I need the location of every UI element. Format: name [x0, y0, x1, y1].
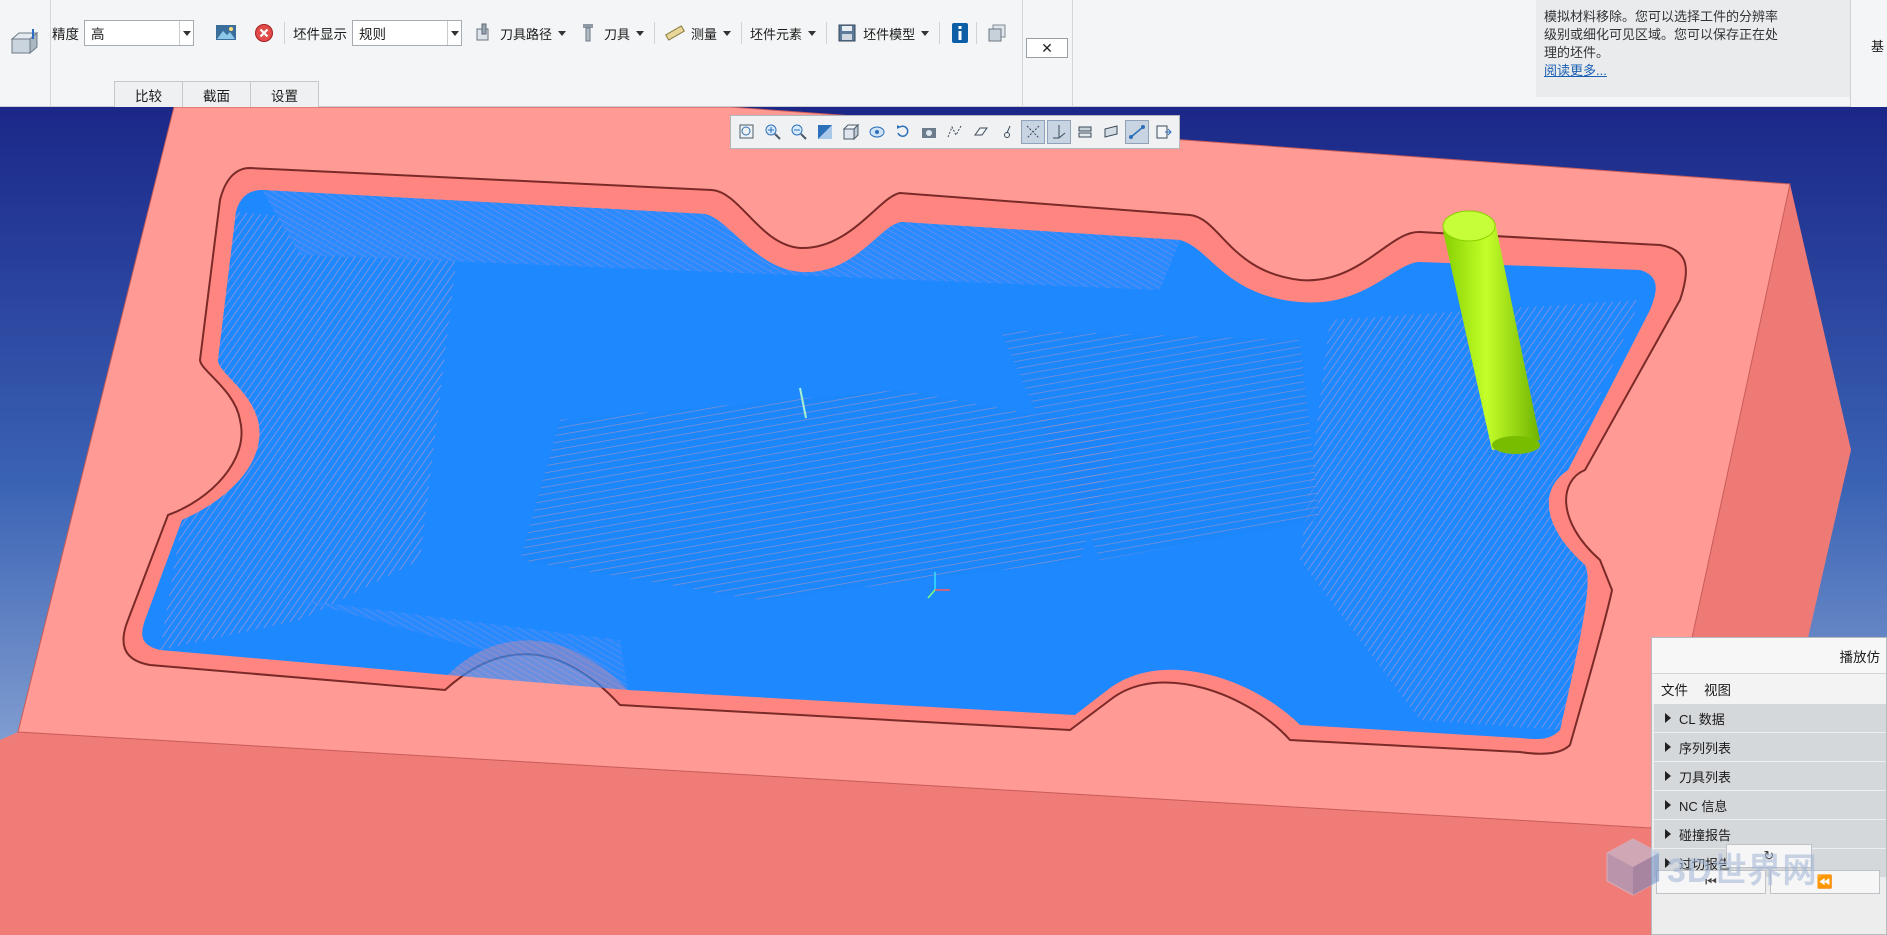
- expand-arrow-icon: [1665, 771, 1671, 781]
- layer-icon[interactable]: [1073, 120, 1097, 144]
- tool-label: 刀具: [604, 26, 631, 42]
- workpiece-model-label: 坯件模型: [863, 26, 916, 42]
- workpiece-element-label: 坯件元素: [750, 26, 803, 42]
- workpiece-display-value: 规则: [359, 27, 386, 42]
- tool-icon: [576, 21, 600, 45]
- zoom-fit-icon[interactable]: [735, 120, 759, 144]
- subtab-bar: 比较 截面 设置: [114, 81, 319, 107]
- shaded-icon[interactable]: [813, 120, 837, 144]
- chevron-down-icon[interactable]: [179, 21, 193, 45]
- tab-section[interactable]: 截面: [182, 81, 251, 107]
- section-label: 刀具列表: [1679, 769, 1732, 785]
- menu-file[interactable]: 文件: [1661, 679, 1688, 699]
- workpiece-element-menu[interactable]: 坯件元素: [750, 19, 817, 47]
- chevron-down-icon: [558, 30, 567, 36]
- plane-display-icon[interactable]: [1047, 120, 1071, 144]
- section-label: CL 数据: [1679, 711, 1725, 727]
- simulation-scene: [0, 107, 1851, 935]
- precision-label: 精度: [52, 27, 79, 42]
- zoom-out-icon[interactable]: [787, 120, 811, 144]
- measure-menu[interactable]: 测量: [663, 19, 732, 47]
- snapshot-icon[interactable]: [917, 120, 941, 144]
- chevron-down-icon: [636, 30, 645, 36]
- toolpath-icon: [472, 21, 496, 45]
- zoom-in-icon[interactable]: [761, 120, 785, 144]
- view-toolbar: [730, 115, 1180, 149]
- workpiece-app-icon[interactable]: [8, 26, 42, 60]
- tool-menu[interactable]: 刀具: [576, 19, 645, 47]
- chevron-down-icon: [723, 30, 732, 36]
- toolpath-label: 刀具路径: [500, 26, 553, 42]
- saved-views-icon[interactable]: [865, 120, 889, 144]
- axis-display-icon[interactable]: [1021, 120, 1045, 144]
- watermark-text: 3D世界网: [1667, 851, 1818, 890]
- info-line-3: 理的坯件。: [1544, 45, 1610, 60]
- section-nc-info[interactable]: NC 信息: [1654, 791, 1886, 820]
- chevron-down-icon: [808, 30, 817, 36]
- save-model-icon: [835, 21, 859, 45]
- precision-value: 高: [91, 27, 105, 42]
- image-capture-icon[interactable]: [214, 21, 238, 45]
- workpiece-display-select[interactable]: 规则: [352, 20, 462, 46]
- toolpath-menu[interactable]: 刀具路径: [472, 19, 567, 47]
- read-more-link[interactable]: 阅读更多...: [1544, 62, 1840, 80]
- info-line-2: 级别或细化可见区域。您可以保存正在处: [1544, 27, 1779, 42]
- play-panel-title: 播放仿: [1652, 638, 1886, 674]
- trajectory-icon[interactable]: [1125, 120, 1149, 144]
- precision-select[interactable]: 高: [84, 20, 194, 46]
- info-icon[interactable]: [948, 21, 972, 45]
- stop-icon[interactable]: [252, 21, 276, 45]
- watermark-cube-icon: [1606, 838, 1660, 896]
- expand-arrow-icon: [1665, 742, 1671, 752]
- workpiece-display-label: 坯件显示: [293, 27, 347, 42]
- tab-compare[interactable]: 比较: [114, 81, 183, 107]
- graphics-viewport[interactable]: 播放仿 文件 视图 CL 数据 序列列表 刀具列表 NC 信息 碰撞报告 过切报…: [0, 107, 1887, 935]
- ribbon-row: 精度 高 坯件显示 规则 刀具路径 刀具 测量 坯件元素 坯件模型: [52, 16, 1013, 50]
- expand-arrow-icon: [1665, 713, 1671, 723]
- rotate-icon[interactable]: [891, 120, 915, 144]
- section-sequence-list[interactable]: 序列列表: [1654, 733, 1886, 762]
- ruler-icon: [663, 21, 687, 45]
- csys-icon[interactable]: [969, 120, 993, 144]
- right-edge-panel: 基: [1850, 0, 1887, 107]
- section-cl-data[interactable]: CL 数据: [1654, 704, 1886, 733]
- toolpath-display-icon[interactable]: [943, 120, 967, 144]
- cube-view-icon[interactable]: [839, 120, 863, 144]
- measure-label: 测量: [691, 26, 718, 42]
- export-icon[interactable]: [1151, 120, 1175, 144]
- copy-workpiece-icon[interactable]: [985, 21, 1009, 45]
- section-icon[interactable]: [1099, 120, 1123, 144]
- workpiece-model-menu[interactable]: 坯件模型: [835, 19, 930, 47]
- close-button[interactable]: ✕: [1026, 38, 1068, 58]
- section-label: NC 信息: [1679, 798, 1728, 814]
- right-edge-label: 基: [1871, 39, 1885, 54]
- menu-view[interactable]: 视图: [1704, 679, 1731, 699]
- chevron-down-icon[interactable]: [447, 21, 461, 45]
- play-panel-menu: 文件 视图: [1652, 674, 1886, 704]
- expand-arrow-icon: [1665, 800, 1671, 810]
- watermark-logo: 3D世界网: [1605, 837, 1817, 897]
- section-tool-list[interactable]: 刀具列表: [1654, 762, 1886, 791]
- section-label: 序列列表: [1679, 740, 1732, 756]
- info-line-1: 模拟材料移除。您可以选择工件的分辨率: [1544, 9, 1779, 24]
- chevron-down-icon: [921, 30, 930, 36]
- info-tooltip-panel: 模拟材料移除。您可以选择工件的分辨率 级别或细化可见区域。您可以保存正在处 理的…: [1536, 0, 1850, 97]
- tab-settings[interactable]: 设置: [250, 81, 319, 107]
- point-icon[interactable]: [995, 120, 1019, 144]
